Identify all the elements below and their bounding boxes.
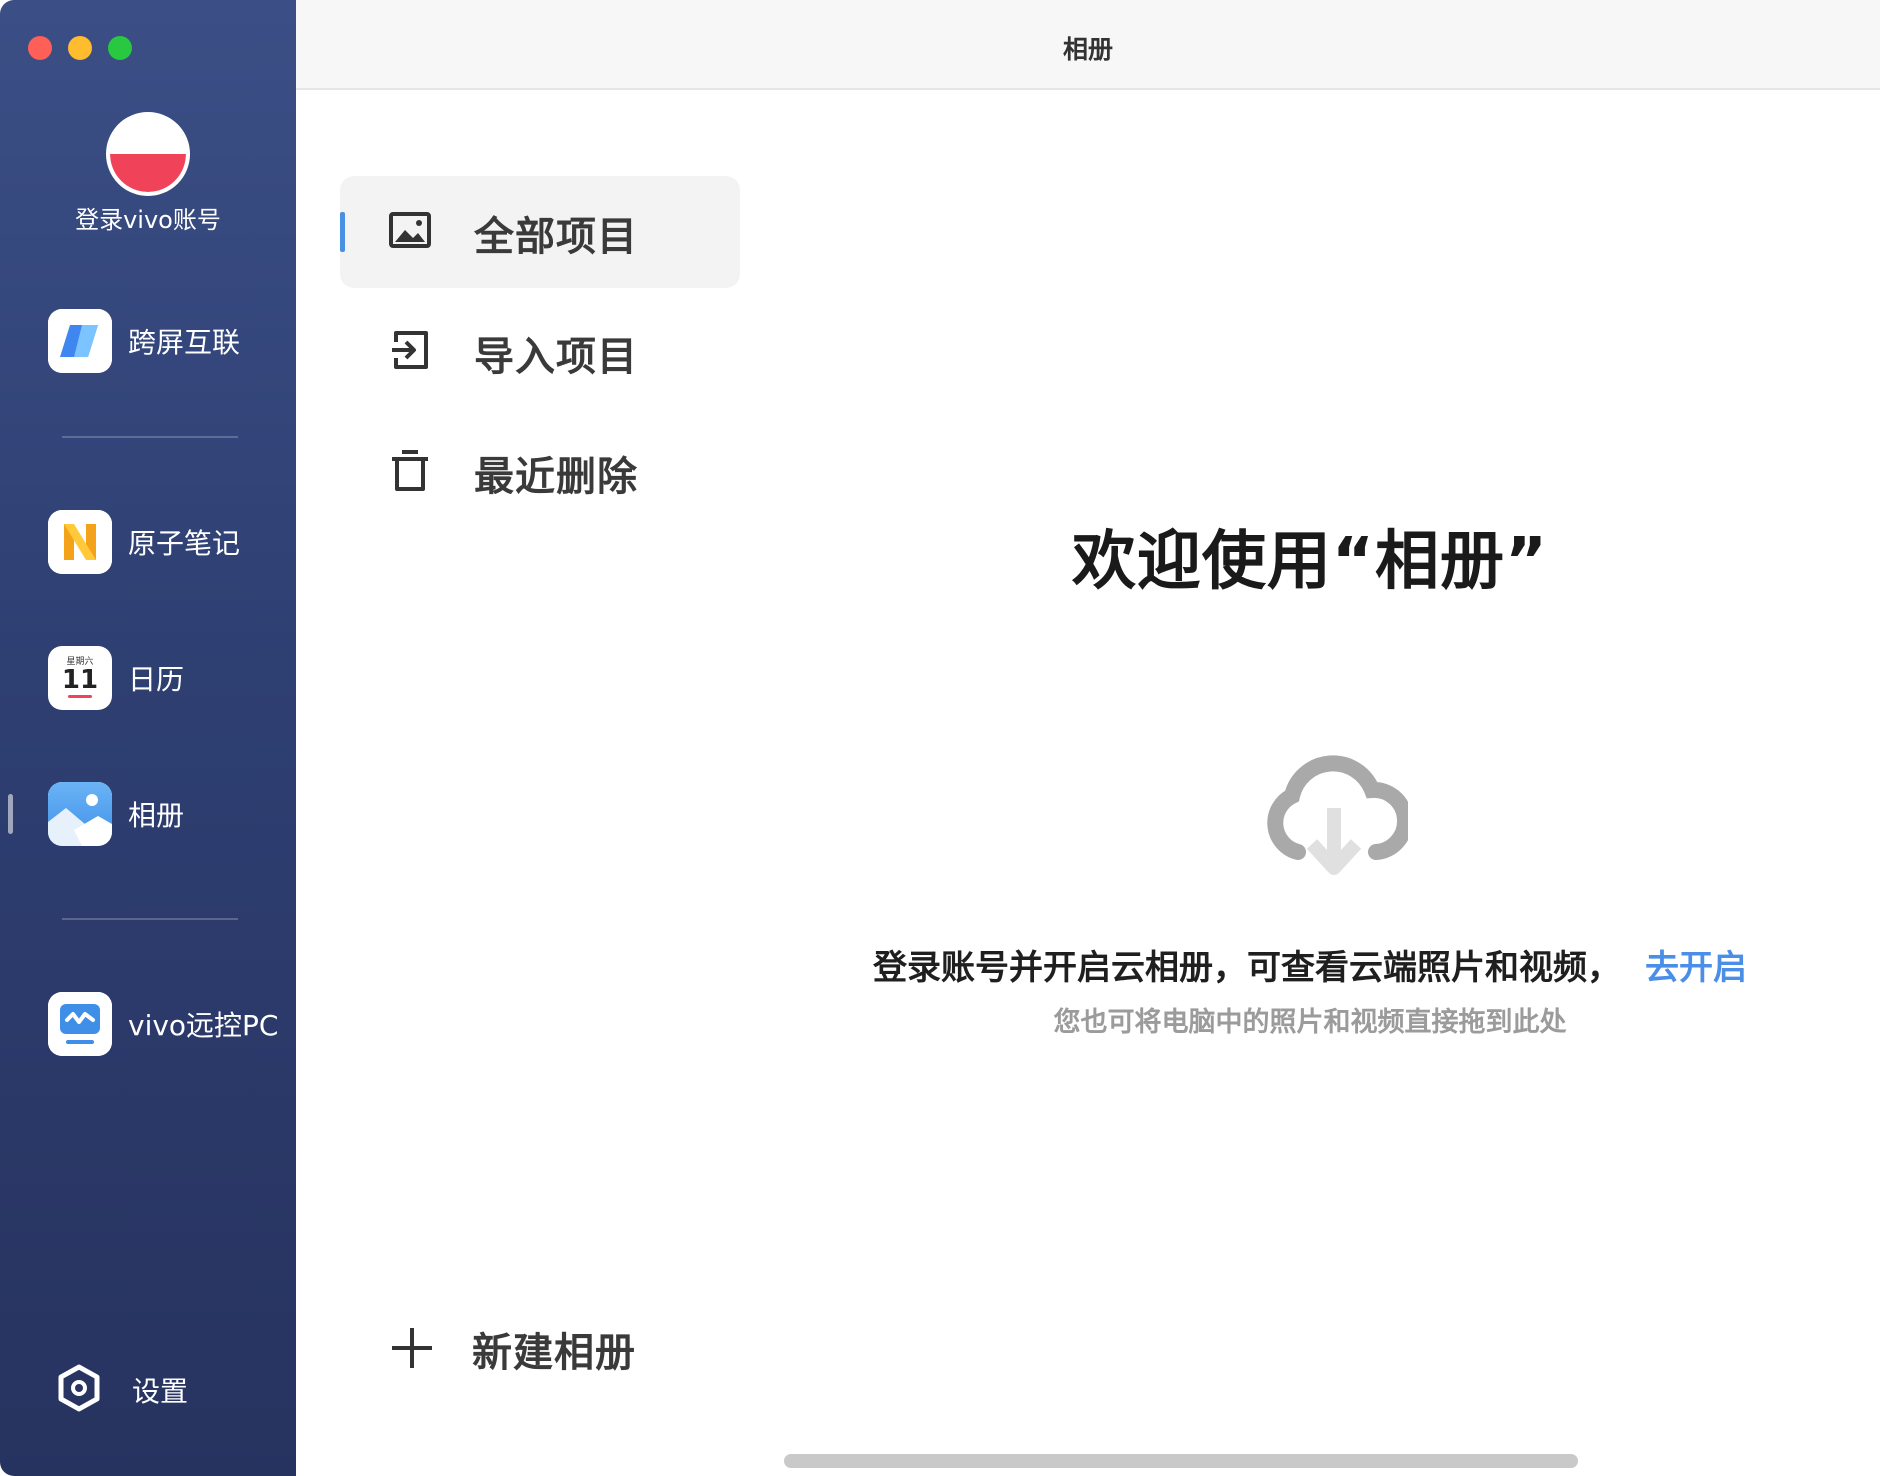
- sidebar-item-label: vivo远控PC: [128, 1009, 279, 1042]
- login-account-label[interactable]: 登录vivo账号: [0, 200, 296, 235]
- album-all-items[interactable]: 全部项目: [340, 176, 740, 288]
- minimize-window-button[interactable]: [68, 36, 92, 60]
- sidebar-divider: [62, 436, 238, 438]
- new-album-button[interactable]: 新建相册: [340, 1290, 740, 1402]
- sidebar-item-photos[interactable]: 相册: [0, 778, 296, 850]
- drag-hint: 您也可将电脑中的照片和视频直接拖到此处: [1053, 1007, 1567, 1038]
- album-label: 导入项目: [474, 334, 638, 380]
- settings-button[interactable]: 设置: [0, 1352, 296, 1424]
- sidebar-item-label: 日历: [128, 663, 185, 696]
- sidebar-item-cross-screen[interactable]: 跨屏互联: [0, 305, 296, 377]
- sidebar-item-label: 相册: [128, 799, 185, 832]
- sidebar-item-remote-pc[interactable]: vivo远控PC: [0, 988, 296, 1060]
- titlebar: 相册: [296, 0, 1880, 90]
- album-label: 全部项目: [474, 214, 638, 260]
- photos-icon: [48, 782, 112, 846]
- window-title: 相册: [1062, 35, 1113, 64]
- gear-icon: [58, 1364, 100, 1412]
- sidebar: 登录vivo账号 跨屏互联 原子笔记 星期六 11 日历 相册 vivo远控PC…: [0, 0, 296, 1476]
- cloud-download-icon: [1267, 755, 1408, 875]
- remote-pc-icon: [48, 992, 112, 1056]
- enable-cloud-link[interactable]: 去开启: [1645, 948, 1747, 988]
- settings-label: 设置: [132, 1375, 189, 1408]
- trash-icon: [392, 450, 428, 491]
- image-icon: [389, 212, 431, 248]
- atom-notes-icon: [48, 510, 112, 574]
- calendar-icon: 星期六 11: [48, 646, 112, 710]
- plus-icon: [392, 1328, 432, 1368]
- album-recently-deleted[interactable]: 最近删除: [340, 416, 740, 528]
- album-imported-items[interactable]: 导入项目: [340, 296, 740, 408]
- new-album-label: 新建相册: [472, 1330, 636, 1376]
- cloud-prompt-text: 登录账号并开启云相册，可查看云端照片和视频，: [873, 948, 1621, 988]
- close-window-button[interactable]: [28, 36, 52, 60]
- sidebar-item-label: 跨屏互联: [128, 326, 241, 359]
- selection-indicator: [340, 212, 345, 252]
- horizontal-scrollbar[interactable]: [784, 1454, 1578, 1468]
- album-label: 最近删除: [474, 454, 638, 500]
- sidebar-item-calendar[interactable]: 星期六 11 日历: [0, 642, 296, 714]
- calendar-day: 11: [61, 665, 99, 695]
- avatar[interactable]: [106, 112, 190, 196]
- sidebar-item-atom-notes[interactable]: 原子笔记: [0, 506, 296, 578]
- welcome-title: 欢迎使用“相册”: [1071, 525, 1549, 599]
- sidebar-divider: [62, 918, 238, 920]
- import-icon: [392, 331, 428, 369]
- zoom-window-button[interactable]: [108, 36, 132, 60]
- cross-screen-icon: [48, 309, 112, 373]
- cloud-prompt: 登录账号并开启云相册，可查看云端照片和视频， 去开启: [740, 940, 1880, 989]
- sidebar-item-label: 原子笔记: [128, 527, 241, 560]
